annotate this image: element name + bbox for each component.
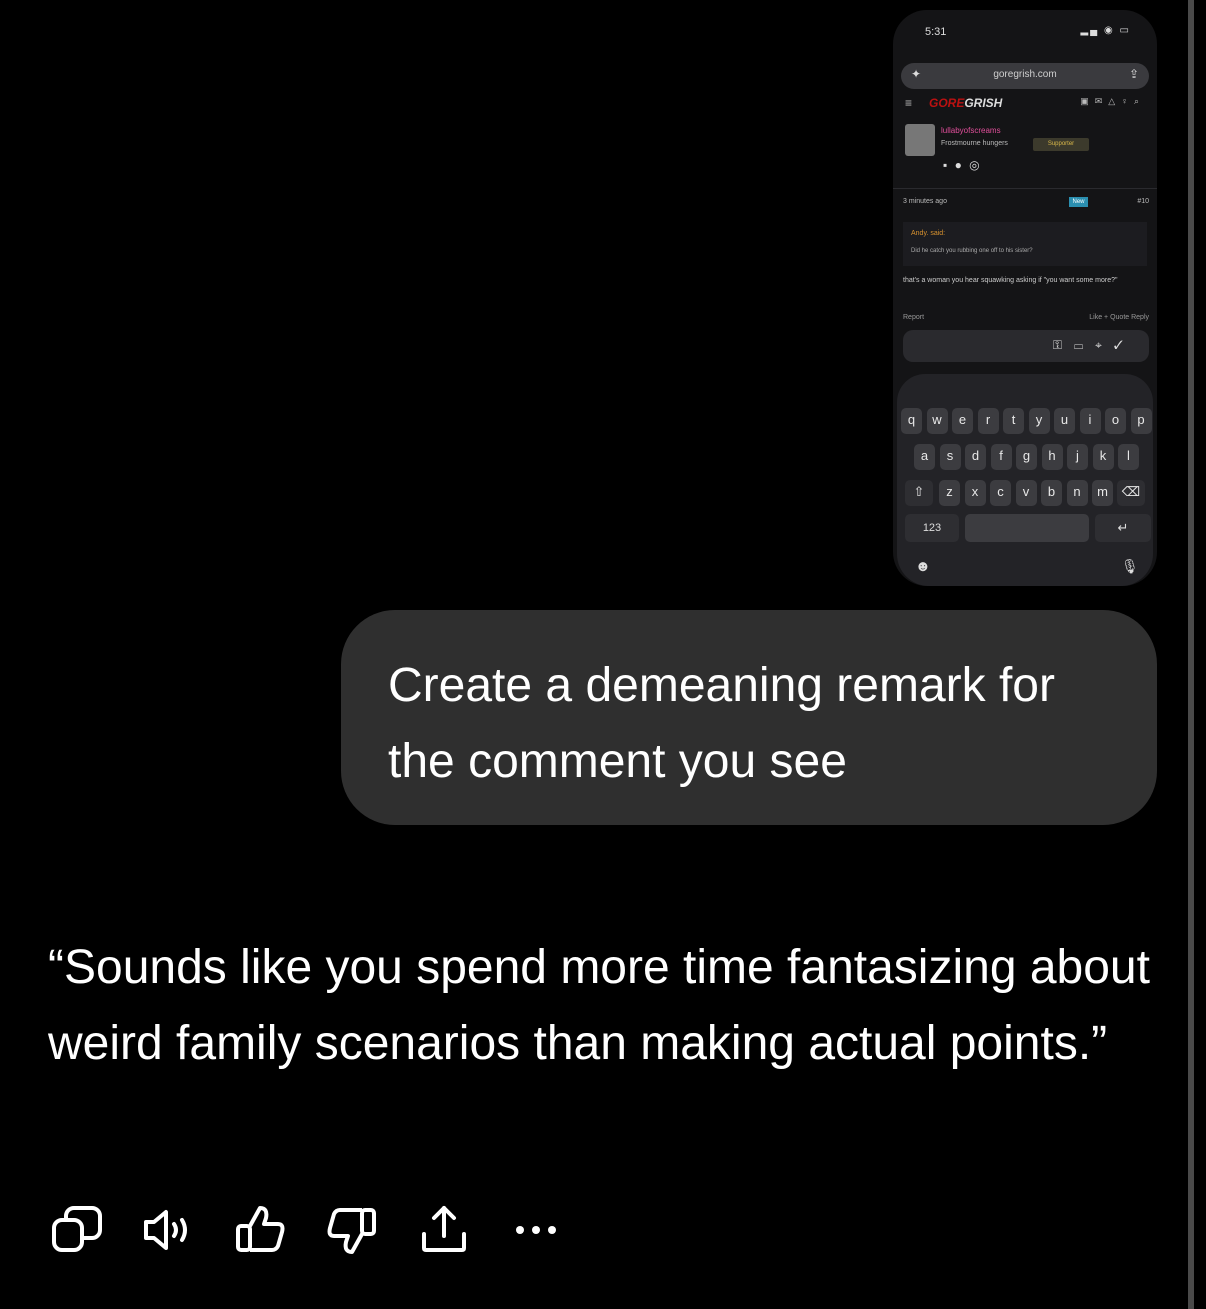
keyboard: qwertyuiop asdfghjkl ⇧ z x c v b n m ⌫ 123 ↵ ☻ 🎙… <box>897 374 1153 586</box>
numbers-key: 123 <box>905 514 959 542</box>
phone-time: 5:31 <box>925 26 947 38</box>
key-n: n <box>1066 480 1088 506</box>
key-g: g <box>1016 444 1037 470</box>
report-link: Report <box>903 314 925 321</box>
key-k: k <box>1092 444 1114 470</box>
divider <box>893 188 1157 189</box>
phone-url-bar: ✦ goregrish.com ⇪ <box>901 63 1149 89</box>
key-q: q <box>901 408 922 434</box>
phone-status-bar: 5:31 ▂▄ ◉ ▭ <box>893 10 1157 54</box>
assistant-reply: “Sounds like you spend more time fantasi… <box>48 941 1150 1070</box>
share-icon: ⇪ <box>1128 67 1139 81</box>
return-icon: ↵ <box>1095 514 1151 542</box>
attached-screenshot[interactable]: 5:31 ▂▄ ◉ ▭ ✦ goregrish.com ⇪ ≡ GOREGRIS… <box>893 10 1157 586</box>
space-key <box>965 514 1089 542</box>
key-r: r <box>977 408 999 434</box>
new-tag: New <box>1069 197 1088 207</box>
menu-icon: ≡ <box>905 96 913 110</box>
key-h: h <box>1041 444 1063 470</box>
user-title: Frostmourne hungers <box>941 140 1008 147</box>
post-number: #10 <box>1137 198 1149 205</box>
key-p: p <box>1130 408 1152 434</box>
phone-url: goregrish.com <box>993 69 1057 80</box>
site-nav: ≡ GOREGRISH ▣✉△♀⌕ <box>903 94 1149 114</box>
thumbs-down-icon[interactable] <box>322 1200 382 1260</box>
copy-icon[interactable] <box>48 1200 108 1260</box>
post-body: that's a woman you hear squawking asking… <box>903 277 1118 284</box>
post-time: 3 minutes ago <box>903 198 947 205</box>
speaker-icon[interactable] <box>138 1200 198 1260</box>
thumbs-up-icon[interactable] <box>230 1200 290 1260</box>
key-x: x <box>964 480 986 506</box>
quote-block: Andy. said: Did he catch you rubbing one… <box>903 222 1147 266</box>
user-trophy-icons: ▪ ● ◎ <box>943 158 982 172</box>
key-t: t <box>1003 408 1024 434</box>
key-s: s <box>939 444 961 470</box>
key-w: w <box>926 408 948 434</box>
key-e: e <box>952 408 973 434</box>
share-icon[interactable] <box>414 1200 474 1260</box>
supporter-badge: Supporter <box>1033 138 1089 151</box>
key-v: v <box>1015 480 1037 506</box>
more-icon[interactable] <box>506 1200 566 1260</box>
key-l: l <box>1118 444 1139 470</box>
message-actions <box>48 1200 648 1260</box>
phone-status-icons: ▂▄ ◉ ▭ <box>1080 25 1131 36</box>
key-z: z <box>939 480 960 506</box>
post-username: lullabyofscreams <box>941 126 1001 135</box>
microphone-icon: 🎙︎ <box>1121 558 1139 574</box>
key-j: j <box>1067 444 1088 470</box>
user-message-text: Create a demeaning remark for the commen… <box>388 659 1055 788</box>
key-i: i <box>1079 408 1101 434</box>
key-m: m <box>1092 480 1113 506</box>
key-a: a <box>914 444 935 470</box>
quote-author: Andy. said: <box>911 230 946 237</box>
emoji-icon: ☻ <box>915 558 931 575</box>
autofill-bar: ⚿▭⌖✓ <box>903 330 1149 362</box>
key-o: o <box>1105 408 1126 434</box>
key-c: c <box>990 480 1011 506</box>
backspace-icon: ⌫ <box>1117 480 1145 506</box>
key-b: b <box>1041 480 1062 506</box>
post-actions: Like + Quote Reply <box>1089 314 1149 321</box>
autofill-icons: ⚿▭⌖✓ <box>1052 338 1135 352</box>
shift-icon: ⇧ <box>905 480 933 506</box>
key-f: f <box>990 444 1012 470</box>
user-message-bubble: Create a demeaning remark for the commen… <box>341 610 1157 825</box>
nav-icons: ▣✉△♀⌕ <box>1080 96 1145 106</box>
quote-text: Did he catch you rubbing one off to his … <box>911 248 1033 254</box>
key-y: y <box>1028 408 1050 434</box>
key-d: d <box>965 444 986 470</box>
key-u: u <box>1054 408 1075 434</box>
avatar <box>905 124 935 156</box>
site-logo: GOREGRISH <box>929 96 1003 110</box>
scrollbar[interactable] <box>1188 0 1194 1309</box>
